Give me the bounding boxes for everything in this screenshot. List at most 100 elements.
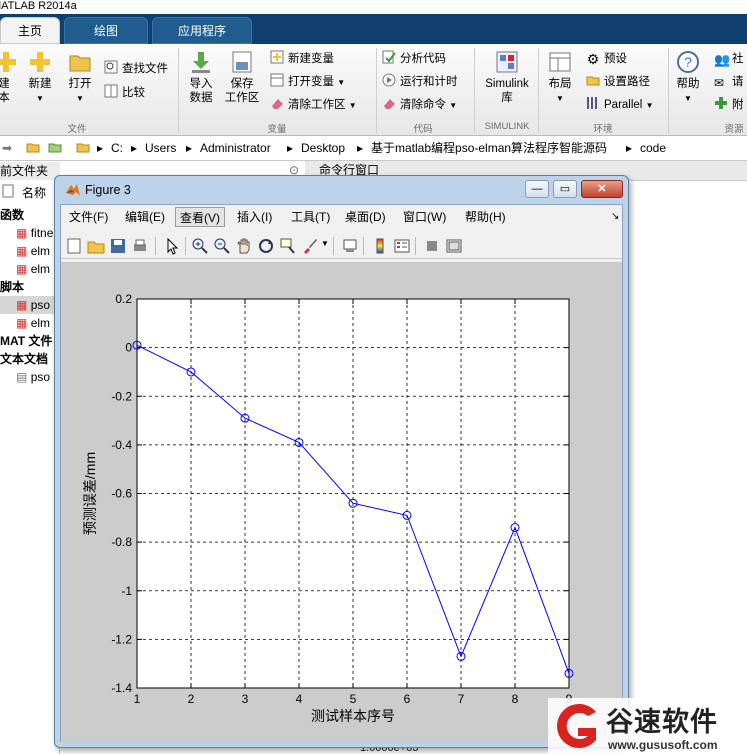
- file-list-item[interactable]: ▦ fitne: [16, 224, 53, 242]
- zoom-out-icon[interactable]: [213, 237, 231, 255]
- maximize-button[interactable]: ▭: [553, 180, 577, 198]
- compare-icon: [104, 84, 118, 98]
- menu-help[interactable]: 帮助(H): [461, 207, 510, 227]
- x-tick-label: 6: [404, 692, 411, 706]
- dock-arrow-icon[interactable]: ↘: [607, 207, 623, 227]
- mfile-icon: ▦: [16, 316, 28, 330]
- minimize-button[interactable]: —: [525, 180, 549, 198]
- breadcrumb-desktop[interactable]: Desktop: [301, 137, 345, 159]
- file-list-item-selected[interactable]: ▦ pso: [0, 296, 60, 314]
- preferences-button[interactable]: ⚙ 预设: [586, 50, 627, 68]
- file-list-item[interactable]: ▦ elm: [16, 260, 50, 278]
- file-list-item[interactable]: ▦ elm: [16, 242, 50, 260]
- new-figure-icon[interactable]: [65, 237, 83, 255]
- browse-folder-icon[interactable]: [48, 137, 62, 159]
- request-support-button[interactable]: ✉ 请: [714, 73, 744, 91]
- clear-workspace-button[interactable]: 清除工作区 ▼: [270, 96, 357, 114]
- set-path-button[interactable]: 设置路径: [586, 73, 650, 91]
- tab-plots-label: 绘图: [93, 24, 118, 38]
- watermark-url: www.gususoft.com: [608, 738, 718, 752]
- group-divider: [178, 48, 179, 134]
- plus-icon: [0, 52, 16, 72]
- import-data-button[interactable]: 导入 数据: [184, 50, 218, 105]
- y-tick-label: -0.2: [111, 389, 132, 403]
- save-workspace-button[interactable]: 保存 工作区: [222, 50, 262, 105]
- file-name: pso: [30, 370, 51, 384]
- textfile-icon: ▤: [16, 370, 28, 384]
- open-variable-button[interactable]: 打开变量 ▼: [270, 73, 345, 91]
- open-button[interactable]: 打开 ▼: [64, 50, 96, 106]
- tab-plots[interactable]: 绘图: [64, 17, 148, 44]
- mfile-icon: ▦: [16, 226, 28, 240]
- menu-desktop[interactable]: 桌面(D): [341, 207, 390, 227]
- menu-edit[interactable]: 编辑(E): [121, 207, 169, 227]
- toolbar-separator: [185, 237, 186, 255]
- x-tick-label: 5: [350, 692, 357, 706]
- pan-hand-icon[interactable]: [235, 237, 253, 255]
- breadcrumb-drive[interactable]: C:: [111, 137, 123, 159]
- menu-window[interactable]: 窗口(W): [399, 207, 450, 227]
- data-cursor-icon[interactable]: [279, 237, 297, 255]
- parallel-button[interactable]: Parallel ▼: [586, 96, 653, 114]
- back-arrow-icon[interactable]: ➡: [2, 137, 12, 159]
- open-file-icon[interactable]: [87, 237, 105, 255]
- chart-svg[interactable]: 1234567890.20-0.2-0.4-0.6-0.8-1-1.2-1.4 …: [61, 262, 622, 742]
- figure-title-bar[interactable]: Figure 3 — ▭ ✕: [59, 178, 624, 202]
- zoom-in-icon[interactable]: [191, 237, 209, 255]
- menu-tools[interactable]: 工具(T): [287, 207, 334, 227]
- brush-icon[interactable]: [301, 237, 319, 255]
- breadcrumb-project-folder[interactable]: 基于matlab编程pso-elman算法程序智能源码: [371, 137, 607, 159]
- figure-title: Figure 3: [85, 183, 131, 197]
- pointer-arrow-icon[interactable]: [163, 237, 181, 255]
- ribbon-tab-row: 主页 绘图 应用程序: [0, 14, 747, 44]
- file-name: elm: [30, 316, 51, 330]
- simulink-library-button[interactable]: Simulink 库: [480, 50, 534, 105]
- tab-home[interactable]: 主页: [0, 17, 60, 44]
- show-plot-tools-icon[interactable]: [445, 237, 463, 255]
- dropdown-arrow-icon[interactable]: ▼: [321, 239, 329, 248]
- new-variable-button[interactable]: 新建变量: [270, 50, 334, 68]
- code-group-label: 代码: [413, 124, 433, 135]
- help-button[interactable]: ? 帮助 ▼: [672, 50, 704, 106]
- menu-insert[interactable]: 插入(I): [233, 207, 276, 227]
- layout-button[interactable]: 布局 ▼: [544, 50, 576, 106]
- hide-plot-tools-icon[interactable]: [423, 237, 441, 255]
- parallel-label: Parallel: [604, 99, 643, 111]
- run-and-time-label: 运行和计时: [400, 76, 458, 88]
- breadcrumb-code[interactable]: code: [640, 137, 666, 159]
- up-folder-icon[interactable]: [26, 137, 40, 159]
- new-label: 新建: [28, 78, 52, 90]
- addons-button[interactable]: 附: [714, 96, 744, 114]
- file-list-item[interactable]: ▦ elm: [16, 314, 50, 332]
- print-icon[interactable]: [131, 237, 149, 255]
- x-tick-label: 8: [512, 692, 519, 706]
- addons-label: 附: [732, 99, 744, 111]
- community-button[interactable]: 👥 社: [714, 50, 744, 68]
- name-column-header[interactable]: 名称: [22, 184, 46, 202]
- new-button[interactable]: 新建 ▼: [24, 50, 56, 106]
- breadcrumb-administrator[interactable]: Administrator: [200, 137, 271, 159]
- legend-icon[interactable]: [393, 237, 411, 255]
- watermark-brand: 谷速软件: [606, 707, 718, 737]
- import-data-label: 导入 数据: [189, 78, 213, 104]
- link-plot-icon[interactable]: [341, 237, 359, 255]
- y-tick-label: -0.4: [111, 438, 132, 452]
- file-list-item[interactable]: ▤ pso: [16, 368, 50, 386]
- rotate-3d-icon[interactable]: [257, 237, 275, 255]
- save-figure-icon[interactable]: [109, 237, 127, 255]
- run-and-time-button[interactable]: 运行和计时: [382, 73, 458, 91]
- menu-view[interactable]: 查看(V): [175, 207, 225, 227]
- clear-commands-button[interactable]: 清除命令 ▼: [382, 96, 457, 114]
- close-button[interactable]: ✕: [581, 180, 623, 198]
- colorbar-icon[interactable]: [371, 237, 389, 255]
- breadcrumb-users[interactable]: Users: [145, 137, 176, 159]
- analyze-code-button[interactable]: 分析代码: [382, 50, 446, 68]
- menu-file[interactable]: 文件(F): [65, 207, 112, 227]
- dropdown-arrow-icon: ▼: [337, 78, 346, 87]
- new-script-button[interactable]: 建 本: [0, 50, 16, 105]
- tab-apps[interactable]: 应用程序: [152, 17, 252, 44]
- compare-button[interactable]: 比较: [104, 84, 145, 102]
- simulink-group-label: SIMULINK: [484, 121, 530, 132]
- help-icon: ?: [677, 51, 699, 73]
- find-files-button[interactable]: 查找文件: [104, 60, 168, 78]
